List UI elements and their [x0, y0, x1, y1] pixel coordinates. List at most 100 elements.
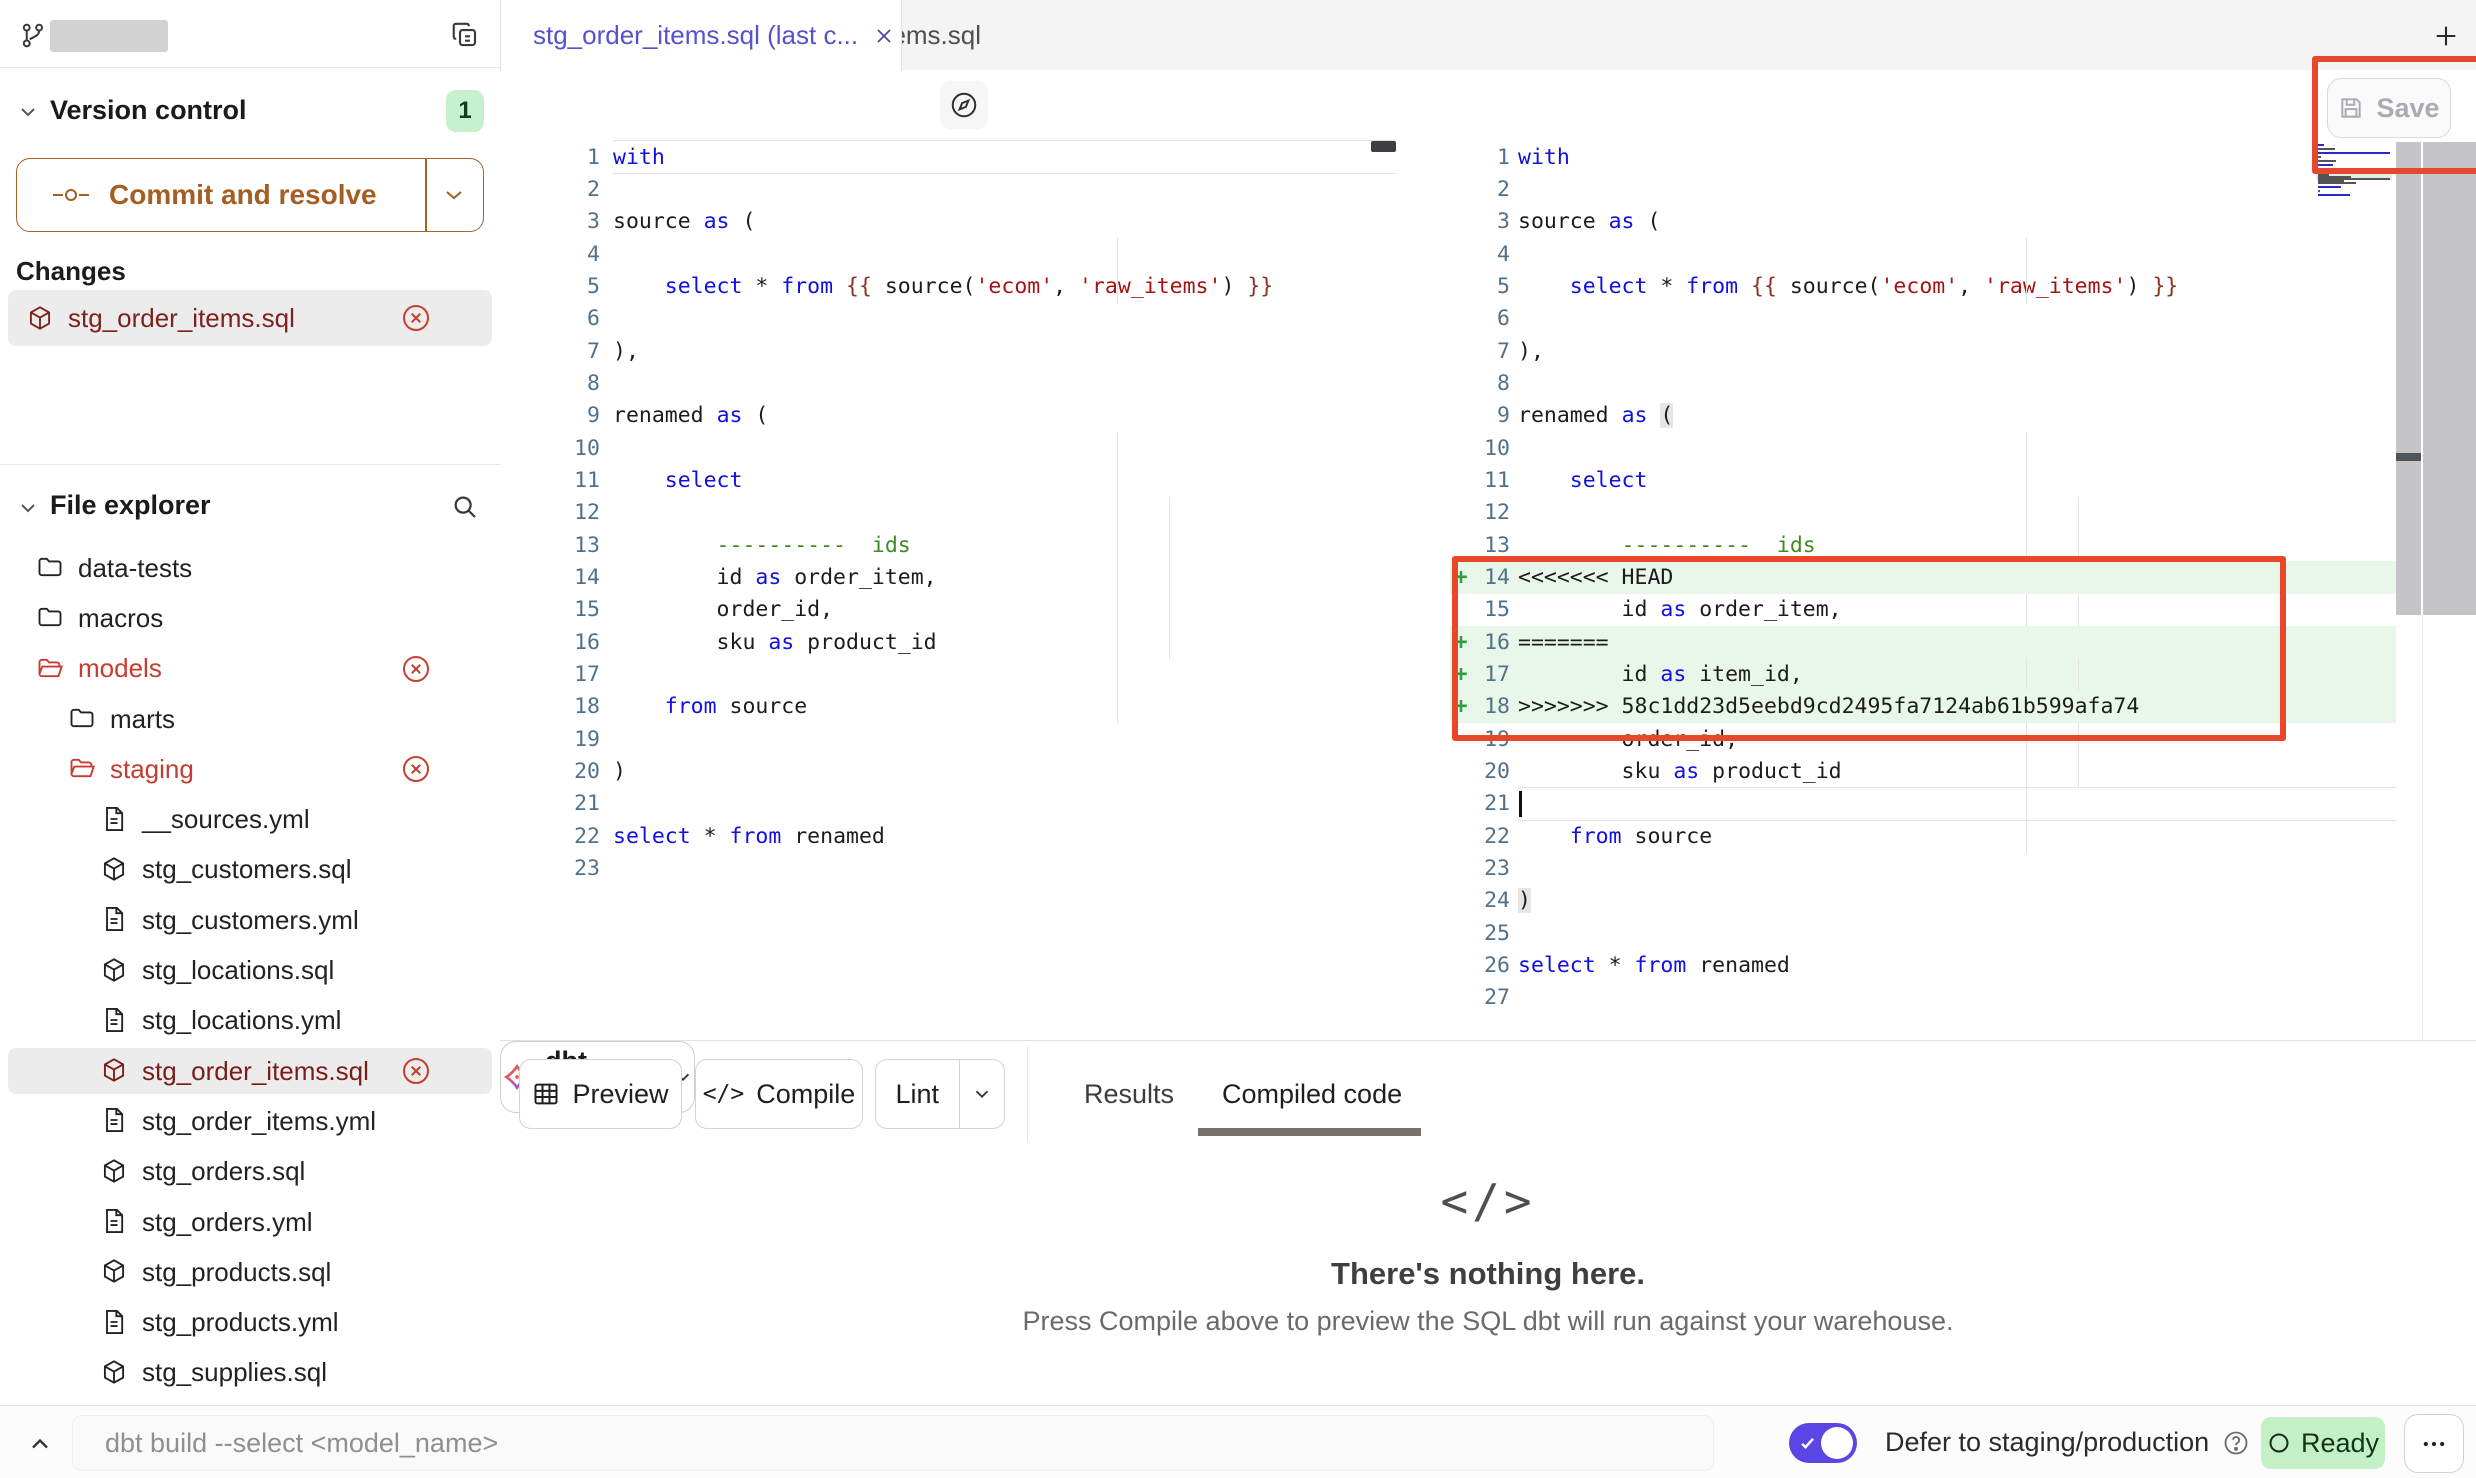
code-line[interactable]: 11 select [500, 464, 1396, 496]
branch-name-redacted[interactable] [50, 20, 168, 52]
code-line[interactable]: 7), [1450, 335, 2396, 367]
code-line[interactable]: 26select * from renamed [1450, 949, 2396, 981]
tree-item-stg-customers-yml[interactable]: stg_customers.yml [0, 895, 500, 945]
more-options-button[interactable] [2404, 1414, 2464, 1473]
code-line[interactable]: 2 [1450, 173, 2396, 205]
code-line[interactable]: 6 [1450, 303, 2396, 335]
chevron-down-icon[interactable] [16, 496, 40, 520]
changes-item-stg-order-items[interactable]: stg_order_items.sql [8, 290, 492, 346]
tree-item-stg-products-sql[interactable]: stg_products.sql [0, 1247, 500, 1297]
tree-item-stg-orders-yml[interactable]: stg_orders.yml [0, 1197, 500, 1247]
code-line[interactable]: +14<<<<<<< HEAD [1450, 561, 2396, 593]
code-line[interactable]: 15 order_id, [500, 594, 1396, 626]
code-line[interactable]: 27 [1450, 982, 2396, 1014]
tree-item-stg-locations-yml[interactable]: stg_locations.yml [0, 996, 500, 1046]
code-line[interactable]: 16 sku as product_id [500, 626, 1396, 658]
tab-results[interactable]: Results [1084, 1041, 1174, 1147]
editor-right-pane[interactable]: 1with23source as (45 select * from {{ so… [1450, 140, 2396, 1014]
code-line[interactable]: 1with [1450, 141, 2396, 173]
copy-icon[interactable] [450, 20, 480, 50]
code-line[interactable]: 19 order_id, [1450, 723, 2396, 755]
code-line[interactable]: 13 ---------- ids [1450, 529, 2396, 561]
code-line[interactable]: 14 id as order_item, [500, 561, 1396, 593]
code-line[interactable]: 9renamed as ( [500, 400, 1396, 432]
code-line[interactable]: 3source as ( [1450, 206, 2396, 238]
code-line[interactable]: 18 from source [500, 691, 1396, 723]
code-line[interactable]: 19 [500, 723, 1396, 755]
code-line[interactable]: 15 id as order_item, [1450, 594, 2396, 626]
tree-item-staging[interactable]: staging [0, 744, 500, 794]
preview-button[interactable]: Preview [519, 1059, 682, 1129]
code-line[interactable]: 12 [1450, 497, 2396, 529]
code-line[interactable]: 17 [500, 658, 1396, 690]
tree-item-marts[interactable]: marts [0, 694, 500, 744]
save-button[interactable]: Save [2327, 78, 2451, 138]
code-line[interactable]: 20 sku as product_id [1450, 755, 2396, 787]
collapse-chevron-up-icon[interactable] [26, 1430, 54, 1458]
minimap[interactable] [2316, 144, 2392, 202]
code-line[interactable]: 21 [1450, 788, 2396, 820]
code-line[interactable]: 3source as ( [500, 206, 1396, 238]
editor-scrollbar-track[interactable] [2396, 142, 2421, 615]
tree-item-macros[interactable]: macros [0, 593, 500, 643]
code-line[interactable]: 8 [1450, 367, 2396, 399]
code-line[interactable]: 11 select [1450, 464, 2396, 496]
tab-stg-order-items[interactable]: stg_order_items.sql (last c... [500, 0, 902, 71]
code-line[interactable]: +17 id as item_id, [1450, 658, 2396, 690]
code-line[interactable]: 9renamed as ( [1450, 400, 2396, 432]
tree-item-models[interactable]: models [0, 644, 500, 694]
ready-status-badge[interactable]: Ready [2261, 1417, 2385, 1469]
tree-item-stg-supplies-sql[interactable]: stg_supplies.sql [0, 1348, 500, 1398]
lineage-compass-button[interactable] [940, 81, 988, 129]
code-line[interactable]: 10 [1450, 432, 2396, 464]
code-line[interactable]: +16======= [1450, 626, 2396, 658]
compile-button[interactable]: </> Compile [695, 1059, 863, 1129]
code-line[interactable]: 22select * from renamed [500, 820, 1396, 852]
code-line[interactable]: 23 [500, 852, 1396, 884]
code-line[interactable]: 23 [1450, 852, 2396, 884]
tree-item-stg-locations-sql[interactable]: stg_locations.sql [0, 945, 500, 995]
search-icon[interactable] [450, 492, 480, 522]
code-line[interactable]: +18>>>>>>> 58c1dd23d5eebd9cd2495fa7124ab… [1450, 691, 2396, 723]
chevron-down-icon[interactable] [441, 185, 467, 205]
tree-item--sources-yml[interactable]: __sources.yml [0, 794, 500, 844]
git-branch-icon[interactable] [20, 22, 47, 49]
code-line[interactable]: 13 ---------- ids [500, 529, 1396, 561]
new-tab-plus-icon[interactable] [2432, 22, 2460, 50]
code-line[interactable]: 12 [500, 497, 1396, 529]
code-line[interactable]: 5 select * from {{ source('ecom', 'raw_i… [1450, 270, 2396, 302]
left-editor-scrollbar-thumb[interactable] [1371, 141, 1396, 152]
overview-ruler[interactable] [2423, 142, 2476, 615]
command-input[interactable]: dbt build --select <model_name> [72, 1415, 1714, 1471]
tree-item-stg-order-items-sql[interactable]: stg_order_items.sql [0, 1046, 500, 1096]
defer-toggle[interactable] [1789, 1423, 1857, 1463]
code-line[interactable]: 25 [1450, 917, 2396, 949]
chevron-down-icon[interactable] [16, 100, 40, 124]
code-line[interactable]: 20) [500, 755, 1396, 787]
code-line[interactable]: 6 [500, 303, 1396, 335]
code-line[interactable]: 7), [500, 335, 1396, 367]
tree-item-data-tests[interactable]: data-tests [0, 543, 500, 593]
tree-item-stg-customers-sql[interactable]: stg_customers.sql [0, 845, 500, 895]
commit-and-resolve-button[interactable]: Commit and resolve [16, 158, 484, 232]
code-line[interactable]: 8 [500, 367, 1396, 399]
editor-left-pane[interactable]: 1with23source as (45 select * from {{ so… [500, 140, 1396, 885]
code-line[interactable]: 4 [1450, 238, 2396, 270]
code-line[interactable]: 22 from source [1450, 820, 2396, 852]
code-line[interactable]: 24) [1450, 885, 2396, 917]
lint-button[interactable]: Lint [875, 1059, 1005, 1129]
tree-item-stg-order-items-yml[interactable]: stg_order_items.yml [0, 1096, 500, 1146]
code-line[interactable]: 5 select * from {{ source('ecom', 'raw_i… [500, 270, 1396, 302]
help-icon[interactable] [2222, 1429, 2250, 1457]
tree-item-stg-orders-sql[interactable]: stg_orders.sql [0, 1147, 500, 1197]
tree-item-stg-products-yml[interactable]: stg_products.yml [0, 1297, 500, 1347]
chevron-down-icon[interactable] [960, 1083, 1004, 1105]
code-line[interactable]: 1with [500, 141, 1396, 173]
scrollbar-thumb[interactable] [2396, 453, 2421, 461]
tab-close-icon[interactable] [872, 24, 896, 48]
code-line[interactable]: 21 [500, 788, 1396, 820]
code-line[interactable]: 2 [500, 173, 1396, 205]
diff-editor[interactable]: 1with23source as (45 select * from {{ so… [500, 140, 2476, 1040]
code-line[interactable]: 10 [500, 432, 1396, 464]
code-line[interactable]: 4 [500, 238, 1396, 270]
